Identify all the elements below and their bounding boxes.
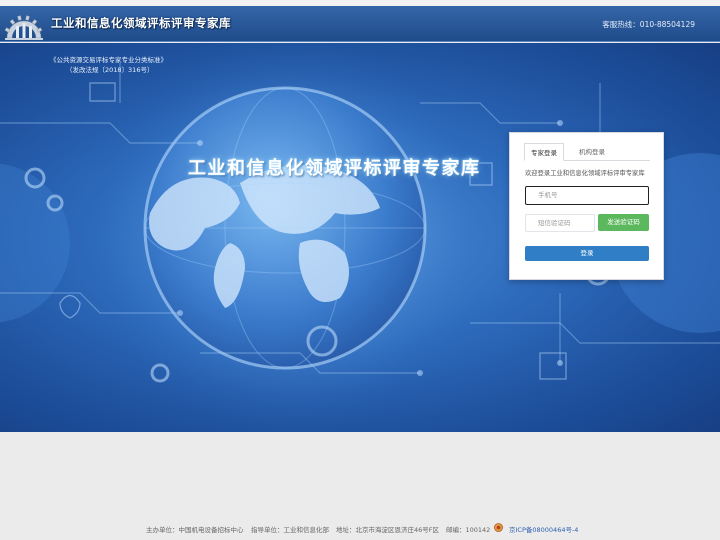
footer-guide: 指导单位：工业和信息化部: [251, 526, 329, 534]
site-title: 工业和信息化领域评标评审专家库: [51, 16, 231, 30]
policy-line-1: 《公共资源交易评标专家专业分类标准》: [50, 56, 167, 64]
policy-line-2: （发改法规〔2018〕316号）: [66, 66, 154, 74]
tab-org-login[interactable]: 机构登录: [572, 143, 612, 161]
footer-address: 地址：北京市海淀区恩济庄46号F区: [336, 526, 440, 534]
hero-title: 工业和信息化领域评标评审专家库: [188, 158, 481, 179]
login-panel: 专家登录 机构登录 欢迎登录工业和信息化领域评标评审专家库 手机号 短信验证码 …: [509, 132, 664, 280]
tab-expert-login[interactable]: 专家登录: [524, 143, 564, 161]
customer-hotline: 客服热线：010-88504129: [602, 20, 695, 29]
police-emblem-icon: [494, 523, 503, 532]
footer-icp-link[interactable]: 京ICP备08000464号-4: [509, 524, 578, 534]
site-header: 工业和信息化领域评标评审专家库 客服热线：010-88504129: [0, 6, 720, 42]
policy-reference: 《公共资源交易评标专家专业分类标准》 （发改法规〔2018〕316号）: [50, 55, 167, 75]
send-code-button[interactable]: 发送验证码: [598, 214, 649, 231]
login-button[interactable]: 登录: [525, 246, 649, 261]
sms-code-input[interactable]: 短信验证码: [525, 214, 595, 232]
gear-logo-icon: [4, 15, 43, 40]
phone-input[interactable]: 手机号: [525, 186, 649, 205]
login-welcome-text: 欢迎登录工业和信息化领域评标评审专家库: [525, 170, 645, 177]
footer-zip: 邮编：100142: [446, 526, 491, 534]
hero-banner: 《公共资源交易评标专家专业分类标准》 （发改法规〔2018〕316号） 工业和信…: [0, 43, 720, 432]
login-tabs: 专家登录 机构登录: [524, 143, 650, 161]
footer-host: 主办单位：中国机电设备招标中心: [146, 526, 244, 534]
